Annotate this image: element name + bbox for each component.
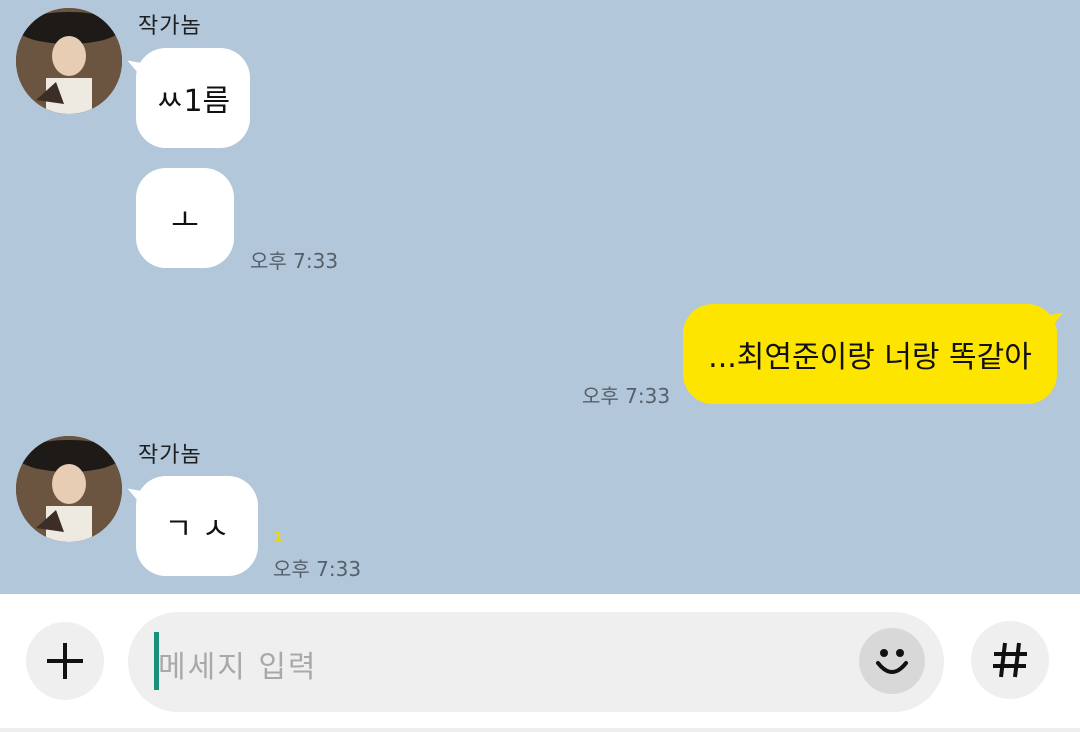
message-time: 오후 7:33 <box>582 384 671 408</box>
input-placeholder: 메세지 입력 <box>158 650 318 685</box>
message-time: 오후 7:33 <box>250 249 339 273</box>
my-message-bubble[interactable]: ...최연준이랑 너랑 똑같아 <box>683 304 1057 404</box>
profile-image <box>16 8 122 114</box>
unread-count: 1 <box>273 528 284 546</box>
message-text: ...최연준이랑 너랑 똑같아 <box>708 340 1032 375</box>
message-bubble[interactable]: ㅗ <box>136 168 234 268</box>
avatar[interactable] <box>16 436 122 542</box>
input-bar: 메세지 입력 <box>0 594 1080 732</box>
message-input[interactable]: 메세지 입력 <box>128 612 944 712</box>
plus-icon <box>47 643 83 679</box>
chat-area[interactable]: 작가놈 ㅆ1름 ㅗ 오후 7:33 ...최연준이랑 너랑 똑같아 오후 7:3… <box>0 0 1080 594</box>
message-text: ㄱ ㅅ <box>164 512 230 547</box>
add-button[interactable] <box>26 622 104 700</box>
sender-name: 작가놈 <box>138 443 202 468</box>
message-text: ㅗ <box>171 204 199 239</box>
message-bubble[interactable]: ㅆ1름 <box>136 48 250 148</box>
smiley-icon <box>876 649 908 674</box>
avatar[interactable] <box>16 8 122 114</box>
emoji-button[interactable] <box>859 628 925 694</box>
sender-name: 작가놈 <box>138 14 202 39</box>
profile-image <box>16 436 122 542</box>
hashtag-button[interactable] <box>971 621 1049 699</box>
message-text: ㅆ1름 <box>155 84 231 119</box>
message-bubble[interactable]: ㄱ ㅅ <box>136 476 258 576</box>
message-time: 오후 7:33 <box>273 557 362 581</box>
hash-icon <box>993 642 1027 678</box>
